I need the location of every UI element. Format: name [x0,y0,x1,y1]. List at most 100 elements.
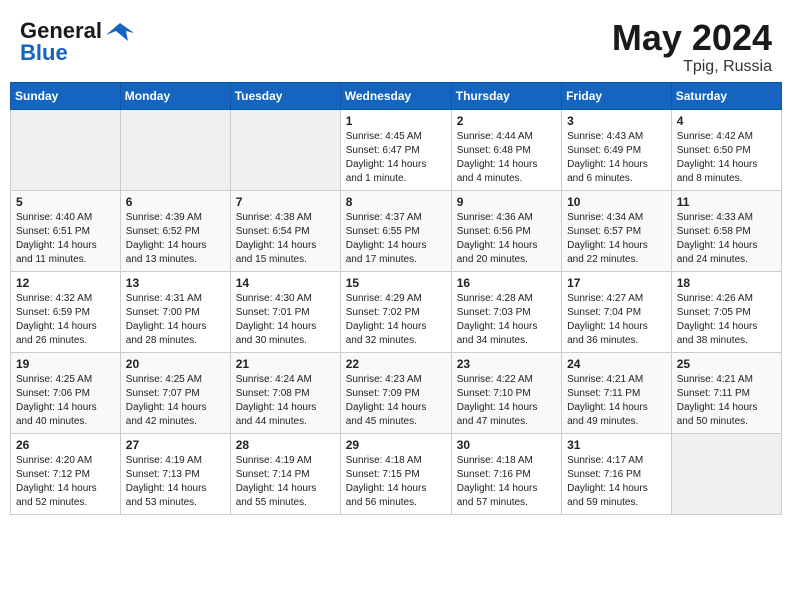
calendar-cell: 10 Sunrise: 4:34 AMSunset: 6:57 PMDayligh… [562,190,672,271]
day-number: 6 [126,195,225,209]
day-number: 25 [677,357,776,371]
weekday-header: Wednesday [340,82,451,109]
day-number: 10 [567,195,666,209]
day-number: 1 [346,114,446,128]
location: Tpig, Russia [612,58,772,76]
calendar-week-row: 26 Sunrise: 4:20 AMSunset: 7:12 PMDayligh… [11,433,782,514]
day-info: Sunrise: 4:24 AMSunset: 7:08 PMDaylight:… [236,373,335,429]
calendar-cell: 5 Sunrise: 4:40 AMSunset: 6:51 PMDaylight… [11,190,121,271]
calendar-week-row: 5 Sunrise: 4:40 AMSunset: 6:51 PMDaylight… [11,190,782,271]
weekday-header: Saturday [671,82,781,109]
day-info: Sunrise: 4:32 AMSunset: 6:59 PMDaylight:… [16,292,115,348]
calendar-cell: 25 Sunrise: 4:21 AMSunset: 7:11 PMDayligh… [671,352,781,433]
day-number: 4 [677,114,776,128]
calendar-week-row: 19 Sunrise: 4:25 AMSunset: 7:06 PMDayligh… [11,352,782,433]
day-info: Sunrise: 4:25 AMSunset: 7:06 PMDaylight:… [16,373,115,429]
calendar-cell: 30 Sunrise: 4:18 AMSunset: 7:16 PMDayligh… [451,433,561,514]
weekday-header: Thursday [451,82,561,109]
day-number: 29 [346,438,446,452]
day-info: Sunrise: 4:39 AMSunset: 6:52 PMDaylight:… [126,211,225,267]
day-number: 30 [457,438,556,452]
calendar-cell: 29 Sunrise: 4:18 AMSunset: 7:15 PMDayligh… [340,433,451,514]
calendar-week-row: 1 Sunrise: 4:45 AMSunset: 6:47 PMDaylight… [11,109,782,190]
logo-blue-text: Blue [20,40,68,66]
day-info: Sunrise: 4:34 AMSunset: 6:57 PMDaylight:… [567,211,666,267]
calendar-cell: 12 Sunrise: 4:32 AMSunset: 6:59 PMDayligh… [11,271,121,352]
calendar-cell: 31Sunrise: 4:17 AMSunset: 7:16 PMDayligh… [562,433,672,514]
logo-bird-icon [106,21,134,41]
calendar-cell: 22Sunrise: 4:23 AMSunset: 7:09 PMDayligh… [340,352,451,433]
calendar-cell: 20Sunrise: 4:25 AMSunset: 7:07 PMDayligh… [120,352,230,433]
day-number: 17 [567,276,666,290]
calendar-week-row: 12 Sunrise: 4:32 AMSunset: 6:59 PMDayligh… [11,271,782,352]
day-info: Sunrise: 4:33 AMSunset: 6:58 PMDaylight:… [677,211,776,267]
day-number: 31 [567,438,666,452]
day-number: 11 [677,195,776,209]
calendar-cell: 21 Sunrise: 4:24 AMSunset: 7:08 PMDayligh… [230,352,340,433]
calendar-cell: 11 Sunrise: 4:33 AMSunset: 6:58 PMDayligh… [671,190,781,271]
day-number: 21 [236,357,335,371]
day-number: 28 [236,438,335,452]
calendar-cell: 1 Sunrise: 4:45 AMSunset: 6:47 PMDaylight… [340,109,451,190]
calendar-cell: 28Sunrise: 4:19 AMSunset: 7:14 PMDayligh… [230,433,340,514]
day-number: 2 [457,114,556,128]
day-number: 9 [457,195,556,209]
day-number: 20 [126,357,225,371]
calendar-cell: 24Sunrise: 4:21 AMSunset: 7:11 PMDayligh… [562,352,672,433]
page-header: General Blue May 2024 Tpig, Russia [10,10,782,82]
logo: General Blue [20,18,134,66]
day-number: 13 [126,276,225,290]
day-number: 7 [236,195,335,209]
calendar-cell: 23 Sunrise: 4:22 AMSunset: 7:10 PMDayligh… [451,352,561,433]
calendar-cell: 4 Sunrise: 4:42 AMSunset: 6:50 PMDaylight… [671,109,781,190]
day-number: 27 [126,438,225,452]
weekday-header: Friday [562,82,672,109]
day-info: Sunrise: 4:18 AMSunset: 7:15 PMDaylight:… [346,454,446,510]
day-info: Sunrise: 4:22 AMSunset: 7:10 PMDaylight:… [457,373,556,429]
calendar-cell [120,109,230,190]
day-info: Sunrise: 4:45 AMSunset: 6:47 PMDaylight:… [346,130,446,186]
day-info: Sunrise: 4:37 AMSunset: 6:55 PMDaylight:… [346,211,446,267]
calendar-cell: 9 Sunrise: 4:36 AMSunset: 6:56 PMDaylight… [451,190,561,271]
calendar-cell: 13 Sunrise: 4:31 AMSunset: 7:00 PMDayligh… [120,271,230,352]
day-number: 3 [567,114,666,128]
calendar-cell: 3 Sunrise: 4:43 AMSunset: 6:49 PMDaylight… [562,109,672,190]
day-number: 15 [346,276,446,290]
month-year: May 2024 [612,18,772,58]
day-number: 24 [567,357,666,371]
day-number: 14 [236,276,335,290]
day-info: Sunrise: 4:31 AMSunset: 7:00 PMDaylight:… [126,292,225,348]
day-number: 16 [457,276,556,290]
calendar-cell: 8 Sunrise: 4:37 AMSunset: 6:55 PMDaylight… [340,190,451,271]
calendar-cell [230,109,340,190]
day-info: Sunrise: 4:27 AMSunset: 7:04 PMDaylight:… [567,292,666,348]
day-info: Sunrise: 4:23 AMSunset: 7:09 PMDaylight:… [346,373,446,429]
day-info: Sunrise: 4:43 AMSunset: 6:49 PMDaylight:… [567,130,666,186]
day-number: 19 [16,357,115,371]
day-number: 18 [677,276,776,290]
day-info: Sunrise: 4:21 AMSunset: 7:11 PMDaylight:… [677,373,776,429]
day-info: Sunrise: 4:29 AMSunset: 7:02 PMDaylight:… [346,292,446,348]
day-info: Sunrise: 4:28 AMSunset: 7:03 PMDaylight:… [457,292,556,348]
day-info: Sunrise: 4:20 AMSunset: 7:12 PMDaylight:… [16,454,115,510]
day-number: 12 [16,276,115,290]
day-number: 5 [16,195,115,209]
weekday-header-row: SundayMondayTuesdayWednesdayThursdayFrid… [11,82,782,109]
calendar-cell: 18Sunrise: 4:26 AMSunset: 7:05 PMDayligh… [671,271,781,352]
day-info: Sunrise: 4:36 AMSunset: 6:56 PMDaylight:… [457,211,556,267]
calendar-cell: 26 Sunrise: 4:20 AMSunset: 7:12 PMDayligh… [11,433,121,514]
day-info: Sunrise: 4:38 AMSunset: 6:54 PMDaylight:… [236,211,335,267]
day-number: 23 [457,357,556,371]
calendar-cell: 7 Sunrise: 4:38 AMSunset: 6:54 PMDaylight… [230,190,340,271]
calendar-cell [11,109,121,190]
weekday-header: Monday [120,82,230,109]
calendar-cell: 17 Sunrise: 4:27 AMSunset: 7:04 PMDayligh… [562,271,672,352]
day-info: Sunrise: 4:18 AMSunset: 7:16 PMDaylight:… [457,454,556,510]
calendar-cell: 27Sunrise: 4:19 AMSunset: 7:13 PMDayligh… [120,433,230,514]
day-info: Sunrise: 4:42 AMSunset: 6:50 PMDaylight:… [677,130,776,186]
month-title-block: May 2024 Tpig, Russia [612,18,772,76]
day-number: 26 [16,438,115,452]
day-info: Sunrise: 4:30 AMSunset: 7:01 PMDaylight:… [236,292,335,348]
day-number: 8 [346,195,446,209]
day-info: Sunrise: 4:40 AMSunset: 6:51 PMDaylight:… [16,211,115,267]
